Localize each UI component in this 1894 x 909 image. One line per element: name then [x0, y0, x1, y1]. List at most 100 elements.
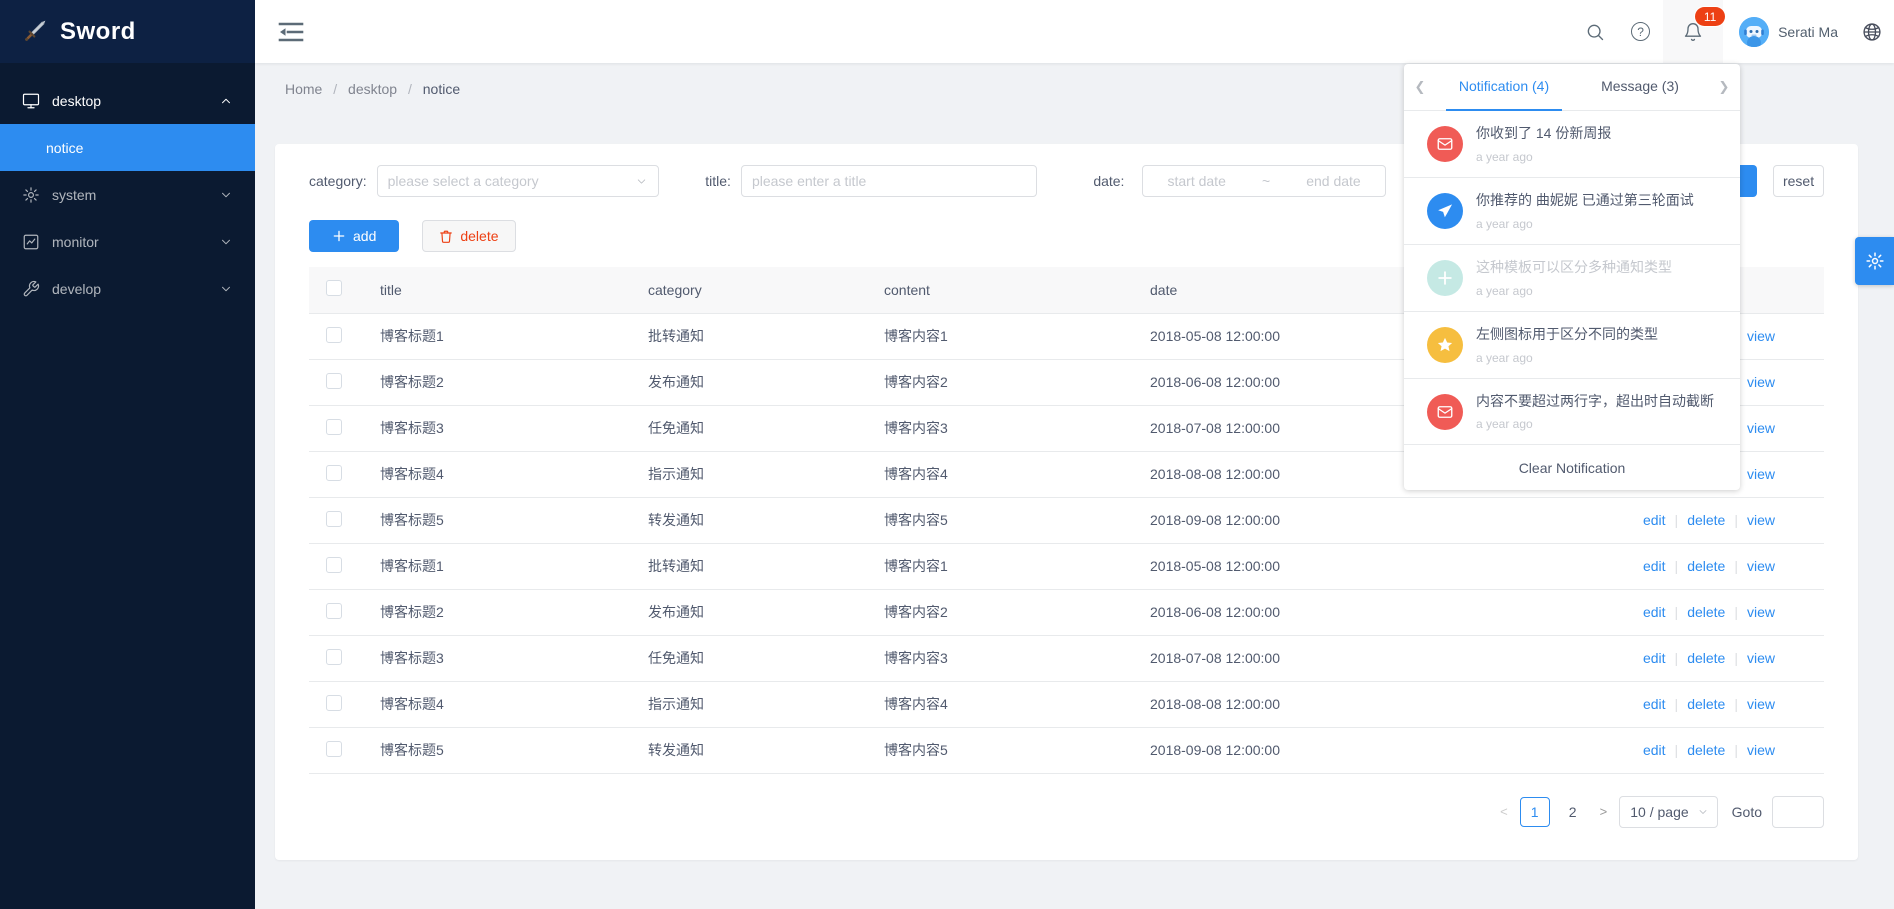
- edit-link[interactable]: edit: [1643, 650, 1666, 666]
- page-size-select[interactable]: 10 / page: [1619, 796, 1717, 828]
- category-select[interactable]: please select a category: [377, 165, 660, 197]
- notification-item[interactable]: 左侧图标用于区分不同的类型a year ago: [1404, 312, 1740, 379]
- sidebar-item-label: system: [52, 187, 96, 203]
- goto-page-input[interactable]: [1772, 796, 1824, 828]
- sidebar-item-develop[interactable]: develop: [0, 265, 255, 312]
- delete-link[interactable]: delete: [1687, 512, 1725, 528]
- clear-notification-button[interactable]: Clear Notification: [1404, 445, 1740, 490]
- view-link[interactable]: view: [1747, 512, 1775, 528]
- notification-item[interactable]: 这种模板可以区分多种通知类型a year ago: [1404, 245, 1740, 312]
- globe-icon[interactable]: [1852, 22, 1894, 42]
- view-link[interactable]: view: [1747, 466, 1775, 482]
- row-checkbox[interactable]: [326, 465, 342, 481]
- monitor-icon: [22, 92, 40, 110]
- sidebar-item-monitor[interactable]: monitor: [0, 218, 255, 265]
- edit-link[interactable]: edit: [1643, 558, 1666, 574]
- page-number-1[interactable]: 1: [1520, 797, 1550, 827]
- view-link[interactable]: view: [1747, 558, 1775, 574]
- row-actions: edit|delete|view: [1590, 589, 1824, 635]
- search-icon[interactable]: [1572, 0, 1618, 63]
- cell-title: 博客标题3: [380, 635, 648, 681]
- cell-date: 2018-09-08 12:00:00: [1150, 497, 1590, 543]
- delete-link[interactable]: delete: [1687, 558, 1725, 574]
- title-input[interactable]: [741, 165, 1037, 197]
- view-link[interactable]: view: [1747, 328, 1775, 344]
- theme-settings-button[interactable]: [1855, 237, 1894, 285]
- notification-bell-button[interactable]: 11: [1663, 0, 1723, 63]
- row-checkbox[interactable]: [326, 419, 342, 435]
- chevron-down-icon: [219, 282, 233, 296]
- edit-link[interactable]: edit: [1643, 742, 1666, 758]
- row-checkbox[interactable]: [326, 649, 342, 665]
- edit-link[interactable]: edit: [1643, 696, 1666, 712]
- cell-content: 博客内容3: [884, 635, 1150, 681]
- view-link[interactable]: view: [1747, 742, 1775, 758]
- app-title: Sword: [60, 18, 136, 46]
- date-range-input[interactable]: start date ~ end date: [1142, 165, 1385, 197]
- select-all-checkbox[interactable]: [326, 280, 342, 296]
- tab-notification[interactable]: Notification (4): [1436, 64, 1572, 111]
- mail-icon: [1427, 394, 1463, 430]
- delete-link[interactable]: delete: [1687, 696, 1725, 712]
- delete-link[interactable]: delete: [1687, 604, 1725, 620]
- chevron-down-icon: [219, 235, 233, 249]
- row-checkbox[interactable]: [326, 327, 342, 343]
- notification-panel: ❮︎ Notification (4) Message (3) ❯︎ 你收到了 …: [1404, 64, 1740, 490]
- notification-item[interactable]: 你收到了 14 份新周报a year ago: [1404, 111, 1740, 178]
- view-link[interactable]: view: [1747, 420, 1775, 436]
- cell-category: 批转通知: [648, 543, 884, 589]
- sidebar-item-system[interactable]: system: [0, 171, 255, 218]
- edit-link[interactable]: edit: [1643, 604, 1666, 620]
- tabs-prev-arrow[interactable]: ❮︎: [1404, 79, 1436, 95]
- view-link[interactable]: view: [1747, 696, 1775, 712]
- row-actions: edit|delete|view: [1590, 543, 1824, 589]
- edit-link[interactable]: edit: [1643, 512, 1666, 528]
- row-actions: edit|delete|view: [1590, 681, 1824, 727]
- view-link[interactable]: view: [1747, 374, 1775, 390]
- breadcrumb-current: notice: [423, 81, 460, 97]
- notification-item-body: 这种模板可以区分多种通知类型a year ago: [1476, 258, 1672, 298]
- sidebar-item-desktop[interactable]: desktop: [0, 77, 255, 124]
- cell-category: 转发通知: [648, 727, 884, 773]
- sidebar-item-notice[interactable]: notice: [0, 124, 255, 171]
- notification-item[interactable]: 内容不要超过两行字，超出时自动截断a year ago: [1404, 379, 1740, 446]
- logo: Sword: [0, 0, 255, 63]
- reset-button[interactable]: reset: [1773, 165, 1824, 197]
- tab-message[interactable]: Message (3): [1572, 64, 1708, 111]
- gear-icon: [22, 186, 40, 204]
- page-prev-button[interactable]: <: [1496, 804, 1512, 819]
- row-checkbox[interactable]: [326, 741, 342, 757]
- delete-button[interactable]: delete: [422, 220, 515, 252]
- row-checkbox[interactable]: [326, 695, 342, 711]
- notification-item[interactable]: 你推荐的 曲妮妮 已通过第三轮面试a year ago: [1404, 178, 1740, 245]
- help-icon[interactable]: ?: [1618, 0, 1663, 63]
- row-checkbox[interactable]: [326, 511, 342, 527]
- cell-title: 博客标题5: [380, 727, 648, 773]
- view-link[interactable]: view: [1747, 650, 1775, 666]
- sidebar-collapse-button[interactable]: [278, 21, 304, 43]
- tabs-next-arrow[interactable]: ❯︎: [1708, 79, 1740, 95]
- cell-title: 博客标题4: [380, 681, 648, 727]
- page-next-button[interactable]: >: [1596, 804, 1612, 819]
- row-checkbox[interactable]: [326, 557, 342, 573]
- row-checkbox[interactable]: [326, 603, 342, 619]
- cell-category: 发布通知: [648, 589, 884, 635]
- add-button[interactable]: add: [309, 220, 399, 252]
- notification-item-body: 你收到了 14 份新周报a year ago: [1476, 124, 1611, 164]
- notification-list: 你收到了 14 份新周报a year ago 你推荐的 曲妮妮 已通过第三轮面试a…: [1404, 111, 1740, 445]
- username[interactable]: Serati Ma: [1778, 24, 1838, 40]
- breadcrumb-desktop[interactable]: desktop: [348, 81, 397, 97]
- notification-item-title: 左侧图标用于区分不同的类型: [1476, 325, 1658, 344]
- avatar[interactable]: [1739, 17, 1769, 47]
- page-number-2[interactable]: 2: [1558, 797, 1588, 827]
- date-separator: ~: [1262, 173, 1270, 189]
- delete-link[interactable]: delete: [1687, 742, 1725, 758]
- chevron-down-icon: [1697, 806, 1709, 818]
- view-link[interactable]: view: [1747, 604, 1775, 620]
- chevron-down-icon: [219, 188, 233, 202]
- delete-link[interactable]: delete: [1687, 650, 1725, 666]
- row-checkbox[interactable]: [326, 373, 342, 389]
- breadcrumb-home[interactable]: Home: [285, 81, 322, 97]
- notification-item-body: 你推荐的 曲妮妮 已通过第三轮面试a year ago: [1476, 191, 1694, 231]
- row-actions: edit|delete|view: [1590, 727, 1824, 773]
